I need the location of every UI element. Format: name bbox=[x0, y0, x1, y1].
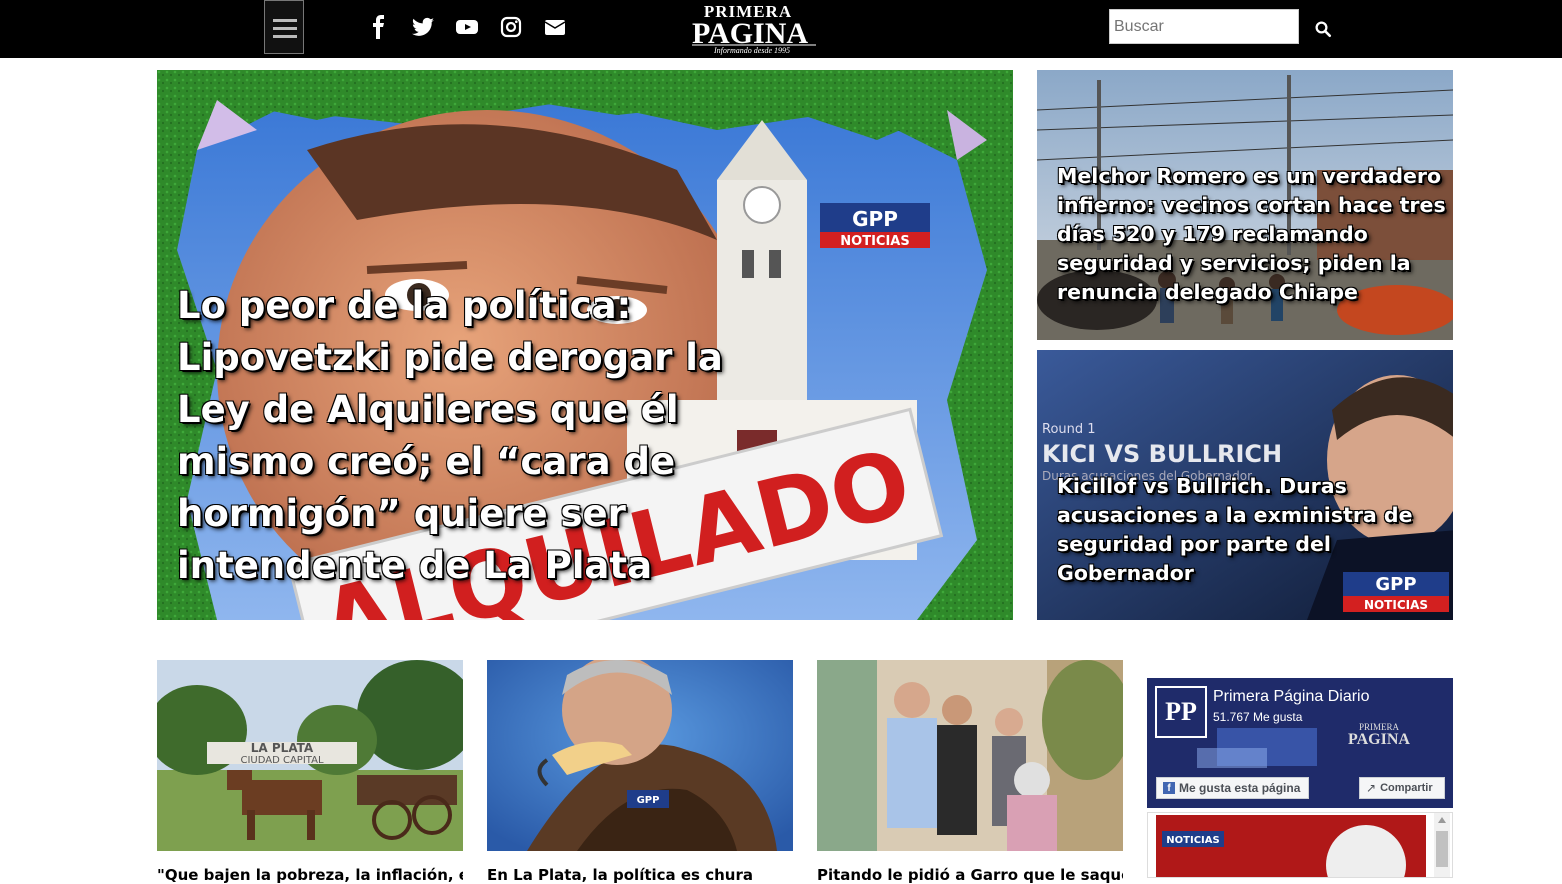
envelope-icon[interactable] bbox=[543, 15, 567, 39]
twitter-icon[interactable] bbox=[411, 15, 435, 39]
fb-cover-logo-main: PAGINA bbox=[1348, 731, 1410, 748]
overlay-title: KICI VS BULLRICH bbox=[1042, 440, 1282, 468]
thumb-gpp-badge: GPP bbox=[637, 795, 660, 806]
main-story-headline[interactable]: Lo peor de la política: Lipovetzki pide … bbox=[177, 280, 737, 592]
overlay-round: Round 1 bbox=[1042, 422, 1096, 437]
thumb-image-2: GPP bbox=[487, 660, 793, 851]
side-story-card-1[interactable]: Melchor Romero es un verdadero infierno:… bbox=[1037, 70, 1453, 340]
main-story-card[interactable]: GPP NOTICIAS ALQUILADO Lo peor de la pol… bbox=[157, 70, 1013, 620]
hamburger-menu-button[interactable] bbox=[264, 0, 304, 54]
side-story-headline-1[interactable]: Melchor Romero es un verdadero infierno:… bbox=[1057, 162, 1447, 307]
facebook-icon[interactable] bbox=[367, 15, 391, 39]
thumb-card-3[interactable] bbox=[817, 660, 1123, 851]
sidebar-video-pane[interactable]: NOTICIAS bbox=[1147, 812, 1453, 878]
thumb-image-3 bbox=[817, 660, 1123, 851]
thumb-card-2[interactable]: GPP bbox=[487, 660, 793, 851]
site-logo[interactable]: PRIMERA PAGINA Informando desde 1995 bbox=[688, 0, 822, 56]
sign-top: LA PLATA bbox=[251, 741, 314, 755]
thumb-caption-3[interactable]: Pitando le pidió a Garro que le saque bbox=[817, 866, 1123, 884]
thumb-card-1[interactable]: LA PLATA CIUDAD CAPITAL bbox=[157, 660, 463, 851]
fb-like-button[interactable]: f Me gusta esta página bbox=[1156, 777, 1309, 799]
search-icon[interactable] bbox=[1314, 20, 1332, 38]
fb-like-count: 51.767 Me gusta bbox=[1213, 710, 1303, 724]
scroll-up-icon[interactable] bbox=[1438, 817, 1446, 823]
fb-like-label: Me gusta esta página bbox=[1179, 781, 1301, 795]
fb-logo-icon: f bbox=[1163, 782, 1175, 794]
scrollbar[interactable] bbox=[1434, 813, 1450, 877]
thumb-caption-2[interactable]: En La Plata, la política es chura bbox=[487, 866, 793, 884]
logo-tagline: Informando desde 1995 bbox=[713, 46, 790, 55]
video-badge: NOTICIAS bbox=[1166, 835, 1219, 846]
share-arrow-icon: ↗ bbox=[1366, 781, 1377, 795]
scroll-thumb[interactable] bbox=[1436, 831, 1448, 867]
fb-share-label: Compartir bbox=[1380, 782, 1433, 794]
fb-page-name[interactable]: Primera Página Diario bbox=[1213, 688, 1370, 706]
side-story-card-2[interactable]: Round 1 KICI VS BULLRICH Duras acusacion… bbox=[1037, 350, 1453, 620]
sidebar-video-thumb: NOTICIAS bbox=[1156, 815, 1426, 877]
thumb-image-1: LA PLATA CIUDAD CAPITAL bbox=[157, 660, 463, 851]
gpp-badge-bottom: NOTICIAS bbox=[840, 234, 909, 249]
search-input[interactable] bbox=[1109, 9, 1299, 44]
facebook-page-widget: PRIMERA PAGINA PP Primera Página Diario … bbox=[1147, 678, 1453, 808]
gpp-badge-side-bottom: NOTICIAS bbox=[1364, 598, 1428, 612]
fb-page-avatar[interactable]: PP bbox=[1155, 686, 1207, 738]
instagram-icon[interactable] bbox=[499, 15, 523, 39]
thumb-caption-1[interactable]: "Que bajen la pobreza, la inflación, el bbox=[157, 866, 463, 884]
gpp-badge-top: GPP bbox=[852, 207, 898, 231]
sign-bottom: CIUDAD CAPITAL bbox=[240, 755, 323, 766]
side-story-headline-2[interactable]: Kicillof vs Bullrich. Duras acusaciones … bbox=[1057, 472, 1447, 588]
fb-share-button[interactable]: ↗ Compartir bbox=[1359, 777, 1445, 799]
top-navbar: PRIMERA PAGINA Informando desde 1995 bbox=[0, 0, 1562, 58]
youtube-icon[interactable] bbox=[455, 15, 479, 39]
